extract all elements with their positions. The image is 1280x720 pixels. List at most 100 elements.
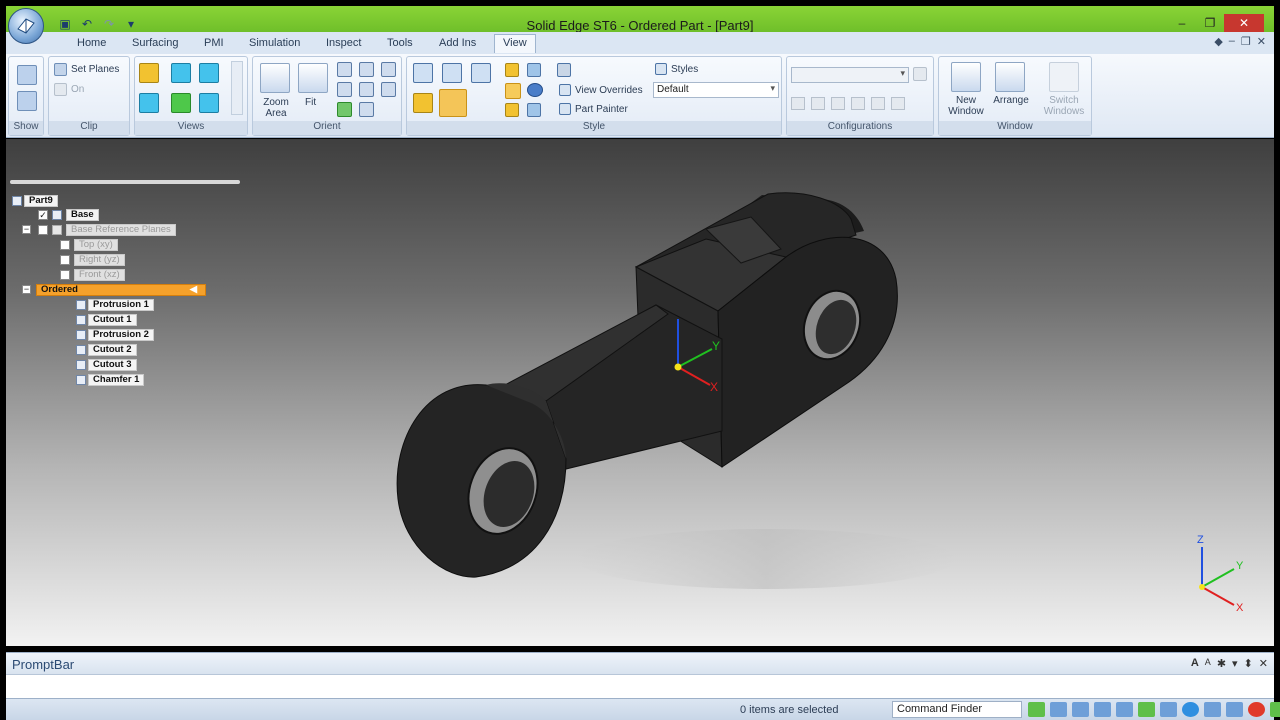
new-window-button[interactable]: New Window bbox=[943, 95, 989, 117]
status-bar: 0 items are selected Command Finder bbox=[6, 698, 1280, 720]
view-orientation-icon[interactable] bbox=[1182, 702, 1199, 717]
save-configuration-icon[interactable] bbox=[913, 67, 927, 81]
tab-add-ins[interactable]: Add Ins bbox=[439, 37, 476, 49]
application-button[interactable] bbox=[8, 8, 44, 44]
ribbon-restore-icon[interactable]: ❐ bbox=[1241, 35, 1251, 48]
fit-icon[interactable] bbox=[298, 63, 328, 93]
pin-icon[interactable]: ⬍ bbox=[1244, 657, 1253, 670]
hidden-lines-icon[interactable] bbox=[442, 63, 462, 83]
hide-icon[interactable] bbox=[17, 91, 37, 111]
zoom-status-icon[interactable] bbox=[1072, 702, 1089, 717]
floor-reflection-icon[interactable] bbox=[527, 103, 541, 117]
fit-button[interactable]: Fit bbox=[305, 97, 316, 108]
show-icon[interactable] bbox=[17, 65, 37, 85]
pan-status-icon[interactable] bbox=[1116, 702, 1133, 717]
spin-status-icon[interactable] bbox=[1160, 702, 1177, 717]
pan-icon[interactable] bbox=[359, 62, 374, 77]
switch-windows-icon[interactable] bbox=[1049, 62, 1079, 92]
arrange-button[interactable]: Arrange bbox=[989, 95, 1033, 106]
view-overrides-button[interactable]: View Overrides bbox=[575, 85, 643, 96]
refresh-icon[interactable] bbox=[1028, 702, 1045, 717]
shaded-icon[interactable] bbox=[413, 93, 433, 113]
visible-edges-icon[interactable] bbox=[471, 63, 491, 83]
prompt-close-icon[interactable]: ✕ bbox=[1259, 657, 1268, 670]
config-tool-4-icon[interactable] bbox=[851, 97, 865, 110]
config-tool-3-icon[interactable] bbox=[831, 97, 845, 110]
go-icon[interactable] bbox=[1270, 702, 1280, 717]
reflection-icon[interactable] bbox=[527, 83, 543, 97]
redo-icon[interactable]: ↷ bbox=[100, 16, 118, 32]
close-button[interactable]: ✕ bbox=[1224, 14, 1264, 32]
model-origin bbox=[674, 363, 682, 371]
ribbon-minimize-icon[interactable]: – bbox=[1229, 35, 1235, 48]
look-at-face-icon[interactable] bbox=[359, 82, 374, 97]
lighting-icon[interactable] bbox=[505, 63, 519, 77]
rotate-icon[interactable] bbox=[381, 62, 396, 77]
config-tool-5-icon[interactable] bbox=[871, 97, 885, 110]
styles-button[interactable]: Styles bbox=[671, 64, 698, 75]
background-icon[interactable] bbox=[527, 63, 541, 77]
dropdown-icon[interactable]: ▾ bbox=[1232, 657, 1238, 670]
triad-y-label: Y bbox=[1236, 560, 1244, 572]
silhouette-icon[interactable] bbox=[505, 103, 519, 117]
section-status-icon[interactable] bbox=[1226, 702, 1243, 717]
shaded-with-edges-icon[interactable] bbox=[439, 89, 467, 117]
zoom-area-status-icon[interactable] bbox=[1050, 702, 1067, 717]
options-icon[interactable]: ✱ bbox=[1217, 657, 1226, 670]
tab-surfacing[interactable]: Surfacing bbox=[132, 37, 178, 49]
configuration-select[interactable] bbox=[791, 67, 909, 83]
command-finder-input[interactable]: Command Finder bbox=[892, 701, 1022, 718]
new-window-icon[interactable] bbox=[951, 62, 981, 92]
tab-inspect[interactable]: Inspect bbox=[326, 37, 361, 49]
tab-tools[interactable]: Tools bbox=[387, 37, 413, 49]
zoom-area-button[interactable]: Zoom Area bbox=[261, 97, 291, 119]
help-icon[interactable]: ◆ bbox=[1214, 35, 1222, 48]
sketch-view-icon[interactable] bbox=[381, 82, 396, 97]
clip-on-button[interactable]: On bbox=[71, 84, 84, 95]
graphics-window[interactable]: Part9 ✓ Base − Base Reference Planes Top… bbox=[6, 139, 1274, 646]
tab-home[interactable]: Home bbox=[77, 37, 106, 49]
undo-icon[interactable]: ↶ bbox=[78, 16, 96, 32]
dropdown-icon[interactable]: ▾ bbox=[122, 16, 140, 32]
view-style-icon[interactable] bbox=[557, 63, 571, 77]
previous-view-icon[interactable] bbox=[337, 102, 352, 117]
shadow-icon[interactable] bbox=[505, 83, 521, 99]
spin-about-icon[interactable] bbox=[337, 82, 352, 97]
restore-button[interactable]: ❐ bbox=[1196, 14, 1224, 32]
wireframe-icon[interactable] bbox=[413, 63, 433, 83]
zoom-area-icon[interactable] bbox=[260, 63, 290, 93]
tab-simulation[interactable]: Simulation bbox=[249, 37, 300, 49]
rotate-status-icon[interactable] bbox=[1138, 702, 1155, 717]
font-increase-icon[interactable]: A bbox=[1191, 657, 1199, 670]
tab-pmi[interactable]: PMI bbox=[204, 37, 224, 49]
config-tool-6-icon[interactable] bbox=[891, 97, 905, 110]
ribbon-tab-bar: Home Surfacing PMI Simulation Inspect To… bbox=[6, 32, 1274, 54]
view-bottom-icon[interactable] bbox=[199, 93, 219, 113]
switch-windows-button[interactable]: Switch Windows bbox=[1037, 95, 1091, 117]
ribbon-close-icon[interactable]: ✕ bbox=[1257, 35, 1266, 48]
views-scroll[interactable] bbox=[231, 61, 243, 115]
style-select[interactable]: Default bbox=[653, 82, 779, 98]
common-views-icon[interactable] bbox=[359, 102, 374, 117]
config-tool-2-icon[interactable] bbox=[811, 97, 825, 110]
minimize-button[interactable]: – bbox=[1168, 14, 1196, 32]
set-planes-button[interactable]: Set Planes bbox=[71, 64, 119, 75]
group-window: New Window Arrange Switch Windows Window bbox=[938, 56, 1092, 136]
arrange-icon[interactable] bbox=[995, 62, 1025, 92]
view-iso-icon[interactable] bbox=[139, 63, 159, 83]
font-decrease-icon[interactable]: A bbox=[1205, 657, 1211, 670]
part-painter-button[interactable]: Part Painter bbox=[575, 104, 628, 115]
sketch-view-status-icon[interactable] bbox=[1204, 702, 1221, 717]
view-top-icon[interactable] bbox=[171, 63, 191, 83]
view-right-icon[interactable] bbox=[199, 63, 219, 83]
tab-view[interactable]: View bbox=[494, 34, 536, 53]
group-views: Views bbox=[134, 56, 248, 136]
config-tool-1-icon[interactable] bbox=[791, 97, 805, 110]
view-front-icon[interactable] bbox=[139, 93, 159, 113]
save-icon[interactable]: ▣ bbox=[56, 16, 74, 32]
stop-icon[interactable] bbox=[1248, 702, 1265, 717]
fit-status-icon[interactable] bbox=[1094, 702, 1111, 717]
zoom-icon[interactable] bbox=[337, 62, 352, 77]
part-model[interactable]: Y X Z Y X bbox=[6, 139, 1274, 646]
view-back-icon[interactable] bbox=[171, 93, 191, 113]
